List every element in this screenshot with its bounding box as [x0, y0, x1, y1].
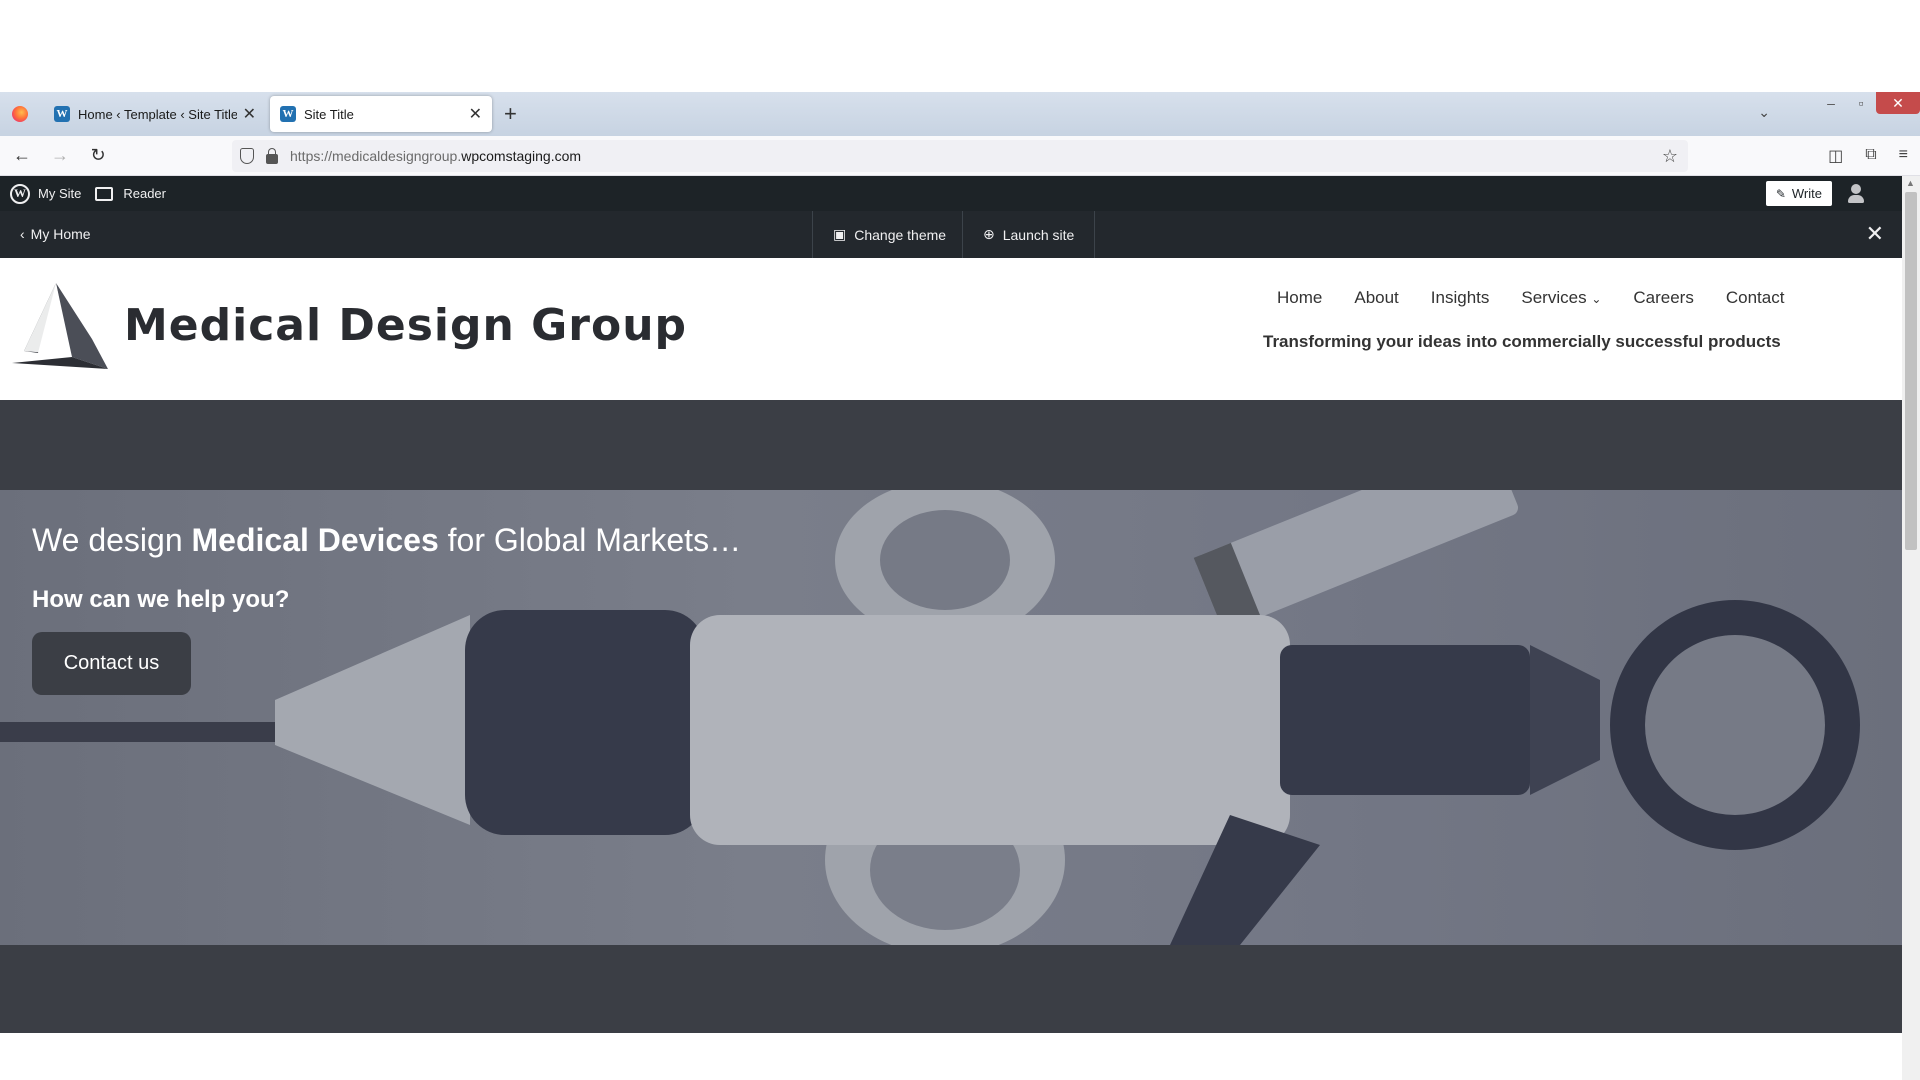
hero-heading-strong: Medical Devices: [191, 522, 439, 558]
hero-heading-post: for Global Markets…: [438, 522, 742, 558]
write-button[interactable]: ✎ Write: [1765, 181, 1832, 206]
reader-icon[interactable]: [95, 186, 114, 201]
my-home-link[interactable]: ‹ My Home: [20, 226, 91, 242]
contact-us-button[interactable]: Contact us: [32, 632, 191, 695]
tab-home-template[interactable]: W Home ‹ Template ‹ Site Title ‹ E ✕: [44, 96, 266, 132]
hero-band-top: [0, 400, 1902, 490]
tab-site-title[interactable]: W Site Title ✕: [270, 96, 492, 132]
forward-icon[interactable]: →: [44, 140, 76, 172]
top-blank-area: [0, 0, 1920, 92]
lock-icon[interactable]: [266, 147, 278, 164]
site-title[interactable]: Medical Design Group: [124, 300, 687, 351]
site-tagline: Transforming your ideas into commerciall…: [1263, 332, 1781, 351]
launch-site-button[interactable]: ⊕ Launch site: [962, 211, 1096, 258]
chevron-left-icon: ‹: [20, 226, 25, 242]
hero-subheading: How can we help you?: [32, 586, 290, 613]
url-text[interactable]: https://medicaldesigngroup.wpcomstaging.…: [290, 148, 581, 164]
hero-heading: We design Medical Devices for Global Mar…: [32, 522, 741, 559]
tab-title: Site Title: [304, 106, 354, 122]
change-theme-button[interactable]: ▣ Change theme: [812, 211, 966, 258]
scroll-thumb[interactable]: [1905, 192, 1917, 550]
reader-link[interactable]: Reader: [123, 186, 166, 201]
main-nav: Home About Insights Services ⌄ Careers C…: [1277, 288, 1784, 308]
nav-services[interactable]: Services ⌄: [1521, 288, 1601, 308]
globe-icon: ⊕: [983, 226, 995, 242]
maximize-icon[interactable]: ▫: [1846, 92, 1876, 114]
hero-band-bottom: [0, 945, 1902, 1033]
url-domain: wpcomstaging.com: [461, 148, 582, 164]
wordpress-icon[interactable]: W: [10, 183, 30, 204]
extensions-icon[interactable]: ⧉: [1865, 146, 1876, 166]
site-logo-icon[interactable]: [12, 283, 112, 371]
firefox-icon[interactable]: [12, 106, 28, 122]
nav-careers[interactable]: Careers: [1633, 288, 1693, 308]
my-home-label: My Home: [30, 226, 91, 242]
layout-icon: ▣: [833, 226, 847, 242]
my-site-link[interactable]: My Site: [38, 186, 81, 201]
scroll-up-icon[interactable]: ▲: [1906, 178, 1915, 188]
tab-title: Home ‹ Template ‹ Site Title ‹ E: [78, 106, 237, 122]
page-scrollbar[interactable]: ▲: [1902, 176, 1920, 1080]
url-prefix: https://medicaldesigngroup.: [290, 148, 462, 164]
chevron-down-icon: ⌄: [1591, 292, 1602, 306]
nav-home[interactable]: Home: [1277, 288, 1322, 308]
new-tab-button[interactable]: +: [504, 102, 517, 126]
write-label: Write: [1791, 186, 1822, 201]
shield-icon[interactable]: [240, 148, 254, 164]
minimize-icon[interactable]: –: [1816, 92, 1846, 114]
close-icon[interactable]: ✕: [469, 104, 482, 124]
menu-icon[interactable]: ≡: [1899, 146, 1908, 166]
launch-site-label: Launch site: [1002, 226, 1075, 243]
pocket-icon[interactable]: ◫: [1828, 146, 1843, 166]
change-theme-label: Change theme: [854, 226, 947, 243]
wordpress-icon: W: [54, 106, 70, 122]
reload-icon[interactable]: ↻: [82, 140, 114, 172]
pen-icon: ✎: [1775, 186, 1786, 201]
nav-services-label: Services: [1521, 288, 1587, 307]
window-controls: – ▫ ✕: [1816, 92, 1920, 114]
star-icon[interactable]: ☆: [1662, 146, 1678, 167]
hero-section: We design Medical Devices for Global Mar…: [0, 490, 1902, 945]
launch-bar: ‹ My Home ▣ Change theme ⊕ Launch site ✕: [0, 211, 1902, 258]
browser-tab-strip: W Home ‹ Template ‹ Site Title ‹ E ✕ W S…: [0, 92, 1920, 136]
nav-insights[interactable]: Insights: [1431, 288, 1490, 308]
back-icon[interactable]: ←: [6, 140, 38, 172]
nav-about[interactable]: About: [1354, 288, 1398, 308]
browser-toolbar-icons: ◫ ⧉ ≡: [1828, 146, 1908, 166]
user-avatar-icon[interactable]: [1846, 184, 1866, 204]
close-icon[interactable]: ✕: [243, 104, 256, 124]
hero-heading-pre: We design: [32, 522, 192, 558]
nav-contact[interactable]: Contact: [1726, 288, 1785, 308]
url-bar[interactable]: https://medicaldesigngroup.wpcomstaging.…: [232, 140, 1688, 172]
site-header: Medical Design Group Home About Insights…: [0, 258, 1902, 400]
window-close-icon[interactable]: ✕: [1876, 92, 1920, 114]
wp-admin-bar: W My Site Reader ✎ Write: [0, 176, 1902, 211]
browser-nav-bar: ← → ↻ https://medicaldesigngroup.wpcomst…: [0, 136, 1920, 176]
wordpress-icon: W: [280, 106, 296, 122]
chevron-down-icon[interactable]: ⌄: [1758, 104, 1770, 121]
close-icon[interactable]: ✕: [1866, 221, 1884, 247]
